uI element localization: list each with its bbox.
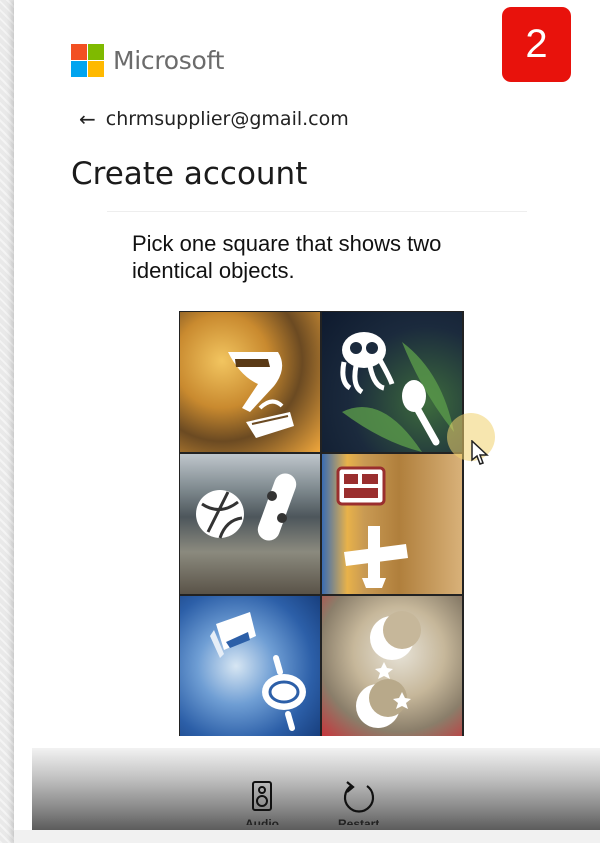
captcha-tile-6[interactable] — [322, 596, 462, 736]
microsoft-logo: Microsoft — [71, 44, 224, 77]
page-title: Create account — [71, 156, 308, 192]
octopus-icon — [340, 332, 395, 395]
restart-button[interactable]: Restart — [338, 780, 379, 825]
speaker-icon — [252, 781, 272, 811]
snowboard-icon — [257, 473, 297, 541]
captcha-tile-4[interactable] — [322, 454, 462, 594]
cube-shape-icon — [210, 612, 256, 658]
captcha-tile-3[interactable] — [180, 454, 320, 594]
divider — [107, 211, 527, 212]
step-badge: 2 — [502, 7, 571, 82]
captcha-controls-bar — [32, 748, 600, 830]
moon-and-star-icon — [356, 679, 411, 728]
plunger-icon — [344, 526, 408, 588]
volleyball-icon — [196, 490, 244, 539]
brand-name: Microsoft — [113, 46, 225, 75]
audio-button[interactable]: Audio — [245, 780, 279, 825]
mouse-pointer-icon — [471, 440, 489, 465]
captcha-tile-1[interactable] — [180, 312, 320, 452]
rolling-pin-icon — [262, 655, 306, 731]
page-bottom-edge — [14, 830, 600, 843]
captcha-grid — [179, 311, 464, 736]
audio-label: Audio — [245, 817, 279, 825]
arrow-left-icon[interactable]: ← — [79, 107, 96, 131]
captcha-prompt: Pick one square that shows two identical… — [132, 231, 442, 283]
captcha-tile-2[interactable] — [322, 312, 462, 452]
restart-icon — [343, 781, 374, 813]
cash-register-icon — [336, 466, 386, 506]
moon-and-star-icon — [370, 611, 421, 679]
restart-label: Restart — [338, 817, 380, 825]
account-email: chrmsupplier@gmail.com — [105, 108, 349, 130]
account-back-row[interactable]: ← chrmsupplier@gmail.com — [79, 107, 349, 131]
windows-logo-icon — [71, 44, 104, 77]
captcha-tile-5[interactable] — [180, 596, 320, 736]
